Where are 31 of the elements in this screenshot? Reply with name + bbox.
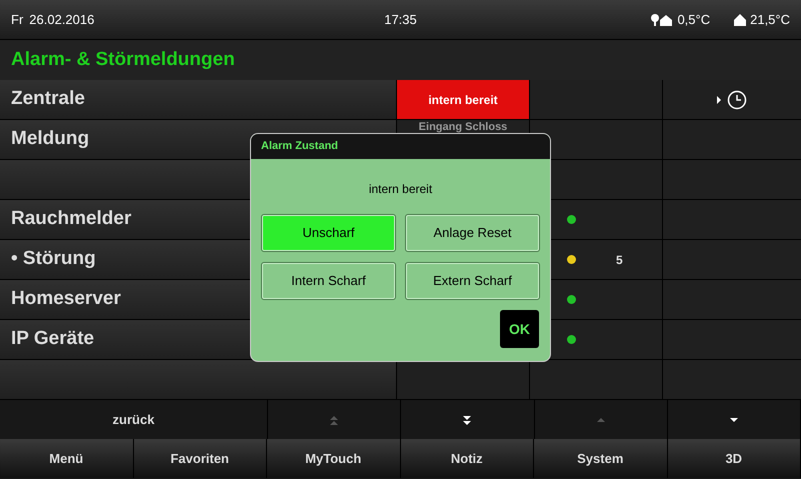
mode-button[interactable]: Extern Scharf — [405, 262, 540, 300]
indoor-temperature: 21,5°C — [750, 10, 790, 29]
page-title: Alarm- & Störmeldungen — [11, 48, 235, 72]
mode-button[interactable]: Anlage Reset — [405, 214, 540, 252]
tree-house-icon — [651, 14, 674, 26]
dialog-title: Alarm Zustand — [261, 139, 338, 154]
menu-tab[interactable]: Favoriten — [134, 439, 267, 478]
row-label: • Störung — [11, 247, 96, 272]
status-text: intern bereit — [428, 92, 498, 108]
status-text: Eingang Schloss — [418, 121, 508, 133]
row-label: Rauchmelder — [11, 207, 132, 232]
dialog-message: intern bereit — [368, 181, 432, 198]
outdoor-temperature: 0,5°C — [677, 10, 710, 29]
mode-button[interactable]: Intern Scharf — [261, 262, 396, 300]
menu-tab[interactable]: Notiz — [400, 439, 534, 478]
row-label: Zentrale — [11, 87, 85, 112]
history-clock-icon[interactable] — [715, 90, 749, 110]
menu-tab[interactable]: 3D — [668, 439, 801, 478]
menu-tab[interactable]: System — [534, 439, 668, 478]
count-text: 5 — [616, 252, 623, 268]
row-label: Homeserver — [11, 287, 121, 312]
house-icon — [734, 14, 746, 26]
day-text: Fr — [11, 10, 24, 29]
menu-tab[interactable]: MyTouch — [267, 439, 400, 478]
menu-tab[interactable]: Menü — [0, 439, 134, 478]
mode-button[interactable]: Unscharf — [261, 214, 396, 252]
date-text: 26.02.2016 — [29, 10, 94, 29]
row-label: IP Geräte — [11, 327, 94, 352]
ok-button[interactable]: OK — [500, 310, 539, 348]
row-label: Meldung — [11, 127, 90, 152]
clock-text: 17:35 — [383, 10, 418, 29]
